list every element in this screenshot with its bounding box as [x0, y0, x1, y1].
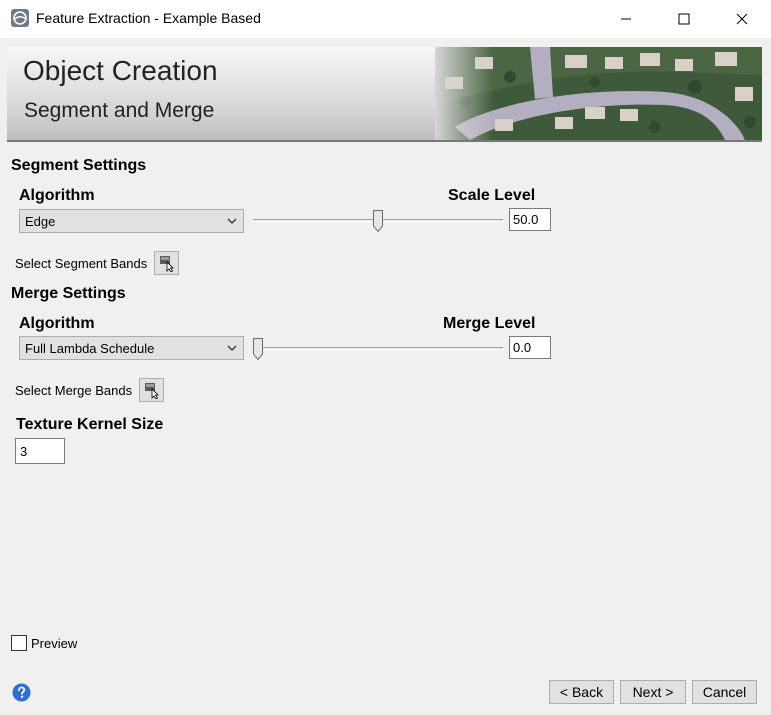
- segment-algorithm-label: Algorithm: [19, 187, 95, 204]
- scale-level-input[interactable]: 50.0: [509, 208, 551, 231]
- select-segment-bands-button[interactable]: [154, 251, 179, 275]
- band-selector-icon: [144, 383, 159, 399]
- preview-checkbox[interactable]: [11, 635, 27, 651]
- page-subtitle: Segment and Merge: [24, 99, 215, 122]
- texture-kernel-size-input[interactable]: 3: [15, 438, 65, 464]
- band-selector-icon: [159, 256, 174, 272]
- next-button[interactable]: Next >: [620, 680, 686, 704]
- maximize-icon: [678, 13, 690, 25]
- title-bar: Feature Extraction - Example Based: [0, 0, 771, 38]
- minimize-icon: [621, 18, 631, 20]
- page-title: Object Creation: [23, 55, 218, 86]
- maximize-button[interactable]: [655, 0, 713, 38]
- merge-level-input[interactable]: 0.0: [509, 336, 551, 359]
- scale-level-slider[interactable]: [253, 208, 503, 234]
- window-title: Feature Extraction - Example Based: [36, 10, 261, 26]
- close-button[interactable]: [713, 0, 771, 38]
- help-icon[interactable]: [12, 683, 31, 702]
- merge-level-track: [253, 347, 503, 350]
- cancel-button[interactable]: Cancel: [692, 680, 757, 704]
- close-icon: [736, 13, 748, 25]
- scale-level-label: Scale Level: [448, 187, 536, 204]
- segment-settings-title: Segment Settings: [11, 157, 147, 174]
- back-button[interactable]: < Back: [549, 680, 614, 704]
- merge-settings-title: Merge Settings: [11, 285, 126, 302]
- segment-algorithm-value: Edge: [25, 214, 56, 229]
- select-merge-bands-label: Select Merge Bands: [15, 383, 133, 398]
- app-logo-icon: [11, 9, 29, 27]
- aerial-neighborhood-image: [435, 47, 762, 140]
- select-segment-bands-label: Select Segment Bands: [15, 256, 148, 271]
- merge-level-thumb[interactable]: [253, 338, 263, 360]
- minimize-button[interactable]: [597, 0, 655, 38]
- select-merge-bands-button[interactable]: [139, 378, 164, 402]
- chevron-down-icon: [227, 345, 237, 351]
- merge-level-slider[interactable]: [253, 336, 503, 362]
- merge-algorithm-value: Full Lambda Schedule: [25, 341, 155, 356]
- merge-level-label: Merge Level: [443, 315, 536, 332]
- merge-algorithm-dropdown[interactable]: Full Lambda Schedule: [19, 336, 244, 360]
- chevron-down-icon: [227, 218, 237, 224]
- scale-level-thumb[interactable]: [373, 210, 383, 232]
- texture-kernel-size-label: Texture Kernel Size: [16, 416, 164, 433]
- preview-label: Preview: [31, 636, 78, 651]
- merge-algorithm-label: Algorithm: [19, 315, 95, 332]
- segment-algorithm-dropdown[interactable]: Edge: [19, 209, 244, 233]
- header-banner: Object Creation Segment and Merge: [7, 47, 762, 142]
